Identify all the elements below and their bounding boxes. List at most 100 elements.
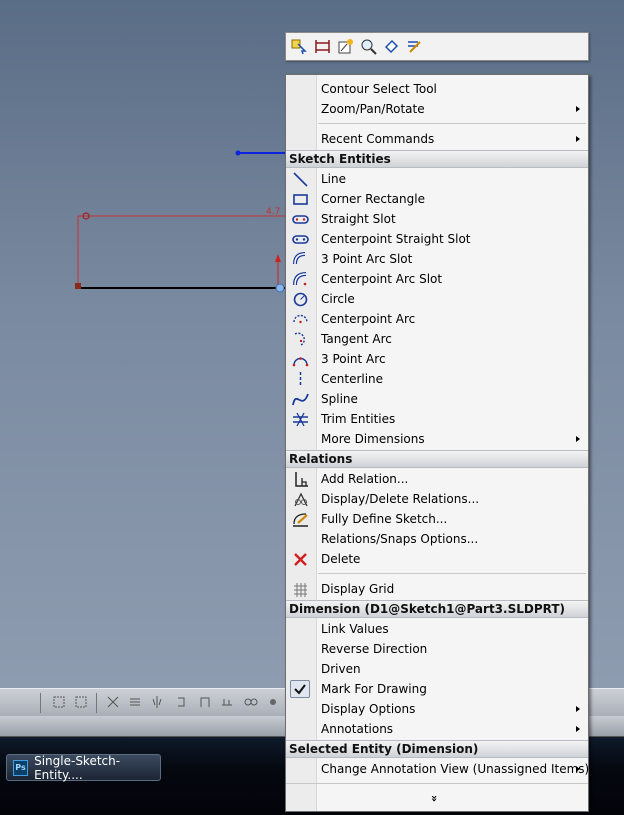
menu-item-link-values[interactable]: Link Values: [286, 619, 588, 639]
menu-item-label: Straight Slot: [321, 212, 396, 226]
grid-icon: [294, 583, 307, 597]
taskbar-app-label: Single-Sketch-Entity....: [34, 753, 121, 782]
menu-item-spline[interactable]: Spline: [286, 389, 588, 409]
context-menu: Contour Select Tool Zoom/Pan/Rotate Rece…: [285, 74, 589, 812]
menu-item-centerline[interactable]: Centerline: [286, 369, 588, 389]
menu-item-label: Centerpoint Arc: [321, 312, 416, 326]
menu-separator: [286, 783, 588, 784]
menu-item-relations-snaps-options[interactable]: Relations/Snaps Options...: [286, 529, 588, 549]
menu-item-label: Driven: [321, 662, 361, 676]
dimension-tool-icon[interactable]: [52, 695, 66, 709]
trim-tool-icon[interactable]: [106, 695, 120, 709]
menu-item-label: Contour Select Tool: [321, 82, 437, 96]
normal-to-icon[interactable]: [383, 38, 400, 55]
submenu-arrow-icon: [576, 766, 580, 772]
centerpoint-arc-slot-icon: [293, 272, 307, 286]
taskbar-app-button[interactable]: Ps Single-Sketch-Entity....: [6, 753, 161, 782]
display-delete-relations-icon: [294, 492, 308, 507]
menu-item-tangent-arc[interactable]: Tangent Arc: [286, 329, 588, 349]
mirror-tool-icon[interactable]: [150, 695, 164, 709]
checked-checkbox[interactable]: [290, 680, 310, 698]
menu-item-label: Centerpoint Straight Slot: [321, 232, 471, 246]
menu-item-annotations[interactable]: Annotations: [286, 719, 588, 739]
spline-icon: [292, 393, 309, 406]
menu-item-driven[interactable]: Driven: [286, 659, 588, 679]
fully-define-sketch-icon: [293, 513, 308, 527]
menu-item-mark-for-drawing[interactable]: Mark For Drawing: [286, 679, 588, 699]
toolbar-separator: [96, 693, 97, 713]
delete-icon: [294, 553, 307, 566]
pattern-tool-icon[interactable]: [176, 695, 190, 709]
centerpoint-arc-icon: [293, 314, 308, 324]
smart-dimension-icon[interactable]: [337, 38, 354, 55]
dimension-tool-icon[interactable]: [74, 695, 88, 709]
sketch-origin-point[interactable]: [75, 283, 81, 289]
section-header-label: Dimension (D1@Sketch1@Part3.SLDPRT): [289, 602, 566, 616]
menu-item-contour-select-tool[interactable]: Contour Select Tool: [286, 79, 588, 99]
rectangle-icon: [293, 194, 308, 205]
straight-slot-icon: [292, 215, 309, 224]
menu-item-display-delete-relations[interactable]: Display/Delete Relations...: [286, 489, 588, 509]
dimension-value[interactable]: 4.7: [266, 207, 280, 217]
menu-item-delete[interactable]: Delete: [286, 549, 588, 569]
menu-item-label: Link Values: [321, 622, 389, 636]
sketch-endpoint[interactable]: [275, 283, 285, 293]
menu-item-label: Spline: [321, 392, 358, 406]
sketch-endpoint[interactable]: [235, 150, 241, 156]
menu-item-centerpoint-straight-slot[interactable]: Centerpoint Straight Slot: [286, 229, 588, 249]
menu-item-centerpoint-arc-slot[interactable]: Centerpoint Arc Slot: [286, 269, 588, 289]
checkmark-icon: [294, 684, 306, 695]
menu-item-label: Line: [321, 172, 347, 186]
select-icon[interactable]: [291, 38, 308, 55]
menu-item-fully-define-sketch[interactable]: Fully Define Sketch...: [286, 509, 588, 529]
menu-item-label: Reverse Direction: [321, 642, 428, 656]
axis-arrowhead: [275, 254, 281, 262]
section-header-sketch-entities: Sketch Entities: [286, 150, 588, 168]
submenu-arrow-icon: [576, 136, 580, 142]
offset-tool-icon[interactable]: [128, 695, 142, 709]
menu-item-recent-commands[interactable]: Recent Commands: [286, 129, 588, 149]
photoshop-icon: Ps: [13, 759, 29, 776]
menu-item-zoom-pan-rotate[interactable]: Zoom/Pan/Rotate: [286, 99, 588, 119]
sketch-point-icon[interactable]: [266, 695, 280, 709]
menu-item-centerpoint-arc[interactable]: Centerpoint Arc: [286, 309, 588, 329]
menu-item-label: Trim Entities: [321, 412, 396, 426]
menu-item-label: Centerline: [321, 372, 384, 386]
menu-item-label: Annotations: [321, 722, 394, 736]
menu-item-3-point-arc[interactable]: 3 Point Arc: [286, 349, 588, 369]
menu-item-trim-entities[interactable]: Trim Entities: [286, 409, 588, 429]
menu-item-label: 3 Point Arc: [321, 352, 386, 366]
menu-item-label: More Dimensions: [321, 432, 425, 446]
submenu-arrow-icon: [576, 706, 580, 712]
trim-entities-icon: [293, 412, 308, 427]
menu-item-corner-rectangle[interactable]: Corner Rectangle: [286, 189, 588, 209]
menu-item-label: Add Relation...: [321, 472, 409, 486]
submenu-arrow-icon: [576, 106, 580, 112]
menu-item-line[interactable]: Line: [286, 169, 588, 189]
menu-item-display-grid[interactable]: Display Grid: [286, 579, 588, 599]
menu-item-label: Zoom/Pan/Rotate: [321, 102, 425, 116]
add-relation-icon: [295, 472, 308, 487]
menu-item-more-dimensions[interactable]: More Dimensions: [286, 429, 588, 449]
menu-item-change-annotation-view[interactable]: Change Annotation View (Unassigned Items…: [286, 759, 589, 779]
edit-sketch-icon[interactable]: [406, 38, 423, 55]
menu-item-circle[interactable]: Circle: [286, 289, 588, 309]
sketch-relations-icon[interactable]: [314, 38, 331, 55]
pattern-tool-icon[interactable]: [198, 695, 212, 709]
menu-item-label: Centerpoint Arc Slot: [321, 272, 443, 286]
double-chevron-down-icon: »: [428, 794, 442, 803]
menu-item-label: Tangent Arc: [321, 332, 392, 346]
menu-item-add-relation[interactable]: Add Relation...: [286, 469, 588, 489]
menu-item-display-options[interactable]: Display Options: [286, 699, 588, 719]
zoom-to-selection-icon[interactable]: [360, 38, 377, 55]
menu-item-reverse-direction[interactable]: Reverse Direction: [286, 639, 588, 659]
relation-tool-icon[interactable]: [244, 695, 258, 709]
menu-item-3-point-arc-slot[interactable]: 3 Point Arc Slot: [286, 249, 588, 269]
centerpoint-straight-slot-icon: [292, 235, 309, 244]
move-tool-icon[interactable]: [220, 695, 234, 709]
menu-item-label: Display Options: [321, 702, 416, 716]
expand-menu-button[interactable]: »: [286, 789, 588, 811]
menu-item-straight-slot[interactable]: Straight Slot: [286, 209, 588, 229]
section-header-selected-entity: Selected Entity (Dimension): [286, 740, 588, 758]
three-point-arc-slot-icon: [293, 252, 306, 265]
